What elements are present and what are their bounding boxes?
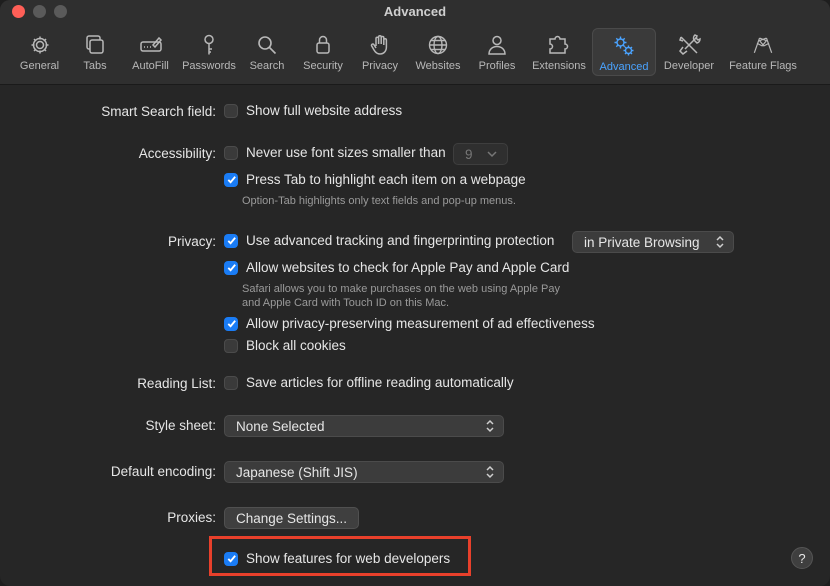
tab-highlight-checkbox[interactable]: Press Tab to highlight each item on a we… <box>224 172 526 187</box>
window-title: Advanced <box>383 4 447 19</box>
checkbox-box[interactable] <box>224 103 238 118</box>
tab-label: Extensions <box>532 60 586 72</box>
gear-icon <box>31 36 48 54</box>
tab-general[interactable]: General <box>12 28 67 76</box>
accessibility-label: Accessibility: <box>138 146 216 161</box>
tab-feature-flags[interactable]: Feature Flags <box>722 28 804 76</box>
tools-icon <box>679 34 701 55</box>
chevron-down-icon <box>487 151 497 158</box>
tracking-protection-text: Use advanced tracking and fingerprinting… <box>246 233 555 248</box>
tab-label: Security <box>303 60 343 72</box>
show-full-address-checkbox[interactable]: Show full website address <box>224 103 402 118</box>
hand-icon <box>370 35 388 55</box>
checkmark-icon <box>227 176 236 184</box>
tab-label: Feature Flags <box>729 60 797 72</box>
tracking-protection-checkbox[interactable]: Use advanced tracking and fingerprinting… <box>224 233 554 248</box>
lock-icon <box>316 35 330 54</box>
tab-label: Websites <box>415 60 461 72</box>
checkbox-box[interactable] <box>224 233 238 248</box>
tab-highlight-note: Option-Tab highlights only text fields a… <box>242 195 516 207</box>
checkbox-box[interactable] <box>224 316 238 331</box>
tab-search[interactable]: Search <box>240 28 294 76</box>
tab-websites[interactable]: Websites <box>408 28 468 76</box>
tracking-scope-value: in Private Browsing <box>584 234 700 250</box>
apple-pay-text: Allow websites to check for Apple Pay an… <box>246 260 570 275</box>
person-icon <box>488 35 506 55</box>
apple-pay-checkbox[interactable]: Allow websites to check for Apple Pay an… <box>224 260 569 275</box>
change-proxy-settings-button[interactable]: Change Settings... <box>224 507 359 529</box>
tab-label: Profiles <box>478 60 516 72</box>
smart-search-label: Smart Search field: <box>101 104 216 119</box>
advanced-settings-pane: Smart Search field: Show full website ad… <box>0 85 830 586</box>
min-font-size-value: 9 <box>465 146 473 162</box>
block-cookies-checkbox[interactable]: Block all cookies <box>224 338 346 353</box>
offline-reading-text: Save articles for offline reading automa… <box>246 375 514 390</box>
reading-list-label: Reading List: <box>137 376 216 391</box>
apple-pay-note-line-2: and Apple Card with Touch ID on this Mac… <box>242 297 450 309</box>
privacy-label: Privacy: <box>167 234 216 249</box>
tab-label: AutoFill <box>132 60 169 72</box>
apple-pay-note-line-1: Safari allows you to make purchases on t… <box>242 283 560 295</box>
pencil-field-icon <box>139 36 162 52</box>
annotation-highlight-box <box>209 536 471 576</box>
updown-chevron-icon <box>486 419 494 433</box>
style-sheet-select[interactable]: None Selected <box>224 415 504 437</box>
tab-autofill[interactable]: AutoFill <box>123 28 178 76</box>
tab-extensions[interactable]: Extensions <box>526 28 592 76</box>
checkmark-icon <box>227 264 236 272</box>
tab-label: Privacy <box>361 60 399 72</box>
safari-settings-window: Advanced General Tabs AutoFill Passwords… <box>0 0 830 586</box>
tab-label: Developer <box>663 60 715 72</box>
tabs-icon <box>86 35 104 54</box>
min-font-text: Never use font sizes smaller than <box>246 145 446 160</box>
tab-tabs[interactable]: Tabs <box>67 28 123 76</box>
help-button[interactable]: ? <box>791 547 813 569</box>
min-font-size-select[interactable]: 9 <box>453 143 508 165</box>
show-full-address-text: Show full website address <box>246 103 403 118</box>
updown-chevron-icon <box>716 235 724 249</box>
tab-privacy[interactable]: Privacy <box>352 28 408 76</box>
min-font-checkbox[interactable]: Never use font sizes smaller than <box>224 145 446 160</box>
globe-icon <box>428 35 448 55</box>
tab-profiles[interactable]: Profiles <box>468 28 526 76</box>
style-sheet-value: None Selected <box>236 418 325 434</box>
tab-label: Tabs <box>83 60 107 72</box>
default-encoding-label: Default encoding: <box>110 464 216 479</box>
tab-advanced[interactable]: Advanced <box>592 28 656 76</box>
checkbox-box[interactable] <box>224 260 238 275</box>
tab-label: General <box>19 60 60 72</box>
ad-measurement-text: Allow privacy-preserving measurement of … <box>246 316 595 331</box>
style-sheet-label: Style sheet: <box>145 418 216 433</box>
tracking-scope-select[interactable]: in Private Browsing <box>572 231 734 253</box>
ad-measurement-checkbox[interactable]: Allow privacy-preserving measurement of … <box>224 316 595 331</box>
titlebar: Advanced General Tabs AutoFill Passwords… <box>0 0 830 85</box>
tab-highlight-text: Press Tab to highlight each item on a we… <box>246 172 526 187</box>
block-cookies-text: Block all cookies <box>246 338 346 353</box>
proxies-label: Proxies: <box>167 510 216 525</box>
checkmark-icon <box>227 320 236 328</box>
key-icon <box>204 34 214 55</box>
magnifier-icon <box>258 36 277 55</box>
updown-chevron-icon <box>486 465 494 479</box>
tab-security[interactable]: Security <box>294 28 352 76</box>
flags-icon <box>753 37 773 54</box>
tab-passwords[interactable]: Passwords <box>178 28 240 76</box>
checkbox-box[interactable] <box>224 375 238 390</box>
tab-label: Passwords <box>182 60 236 72</box>
tab-developer[interactable]: Developer <box>656 28 722 76</box>
default-encoding-select[interactable]: Japanese (Shift JIS) <box>224 461 504 483</box>
tab-label: Advanced <box>599 61 649 73</box>
checkbox-box[interactable] <box>224 145 238 160</box>
settings-toolbar: General Tabs AutoFill Passwords Search S… <box>12 28 804 78</box>
gears-icon <box>614 36 634 56</box>
checkbox-box[interactable] <box>224 172 238 187</box>
default-encoding-value: Japanese (Shift JIS) <box>236 464 358 480</box>
checkmark-icon <box>227 237 236 245</box>
tab-label: Search <box>249 60 285 72</box>
puzzle-icon <box>549 35 569 54</box>
offline-reading-checkbox[interactable]: Save articles for offline reading automa… <box>224 375 514 390</box>
checkbox-box[interactable] <box>224 338 238 353</box>
